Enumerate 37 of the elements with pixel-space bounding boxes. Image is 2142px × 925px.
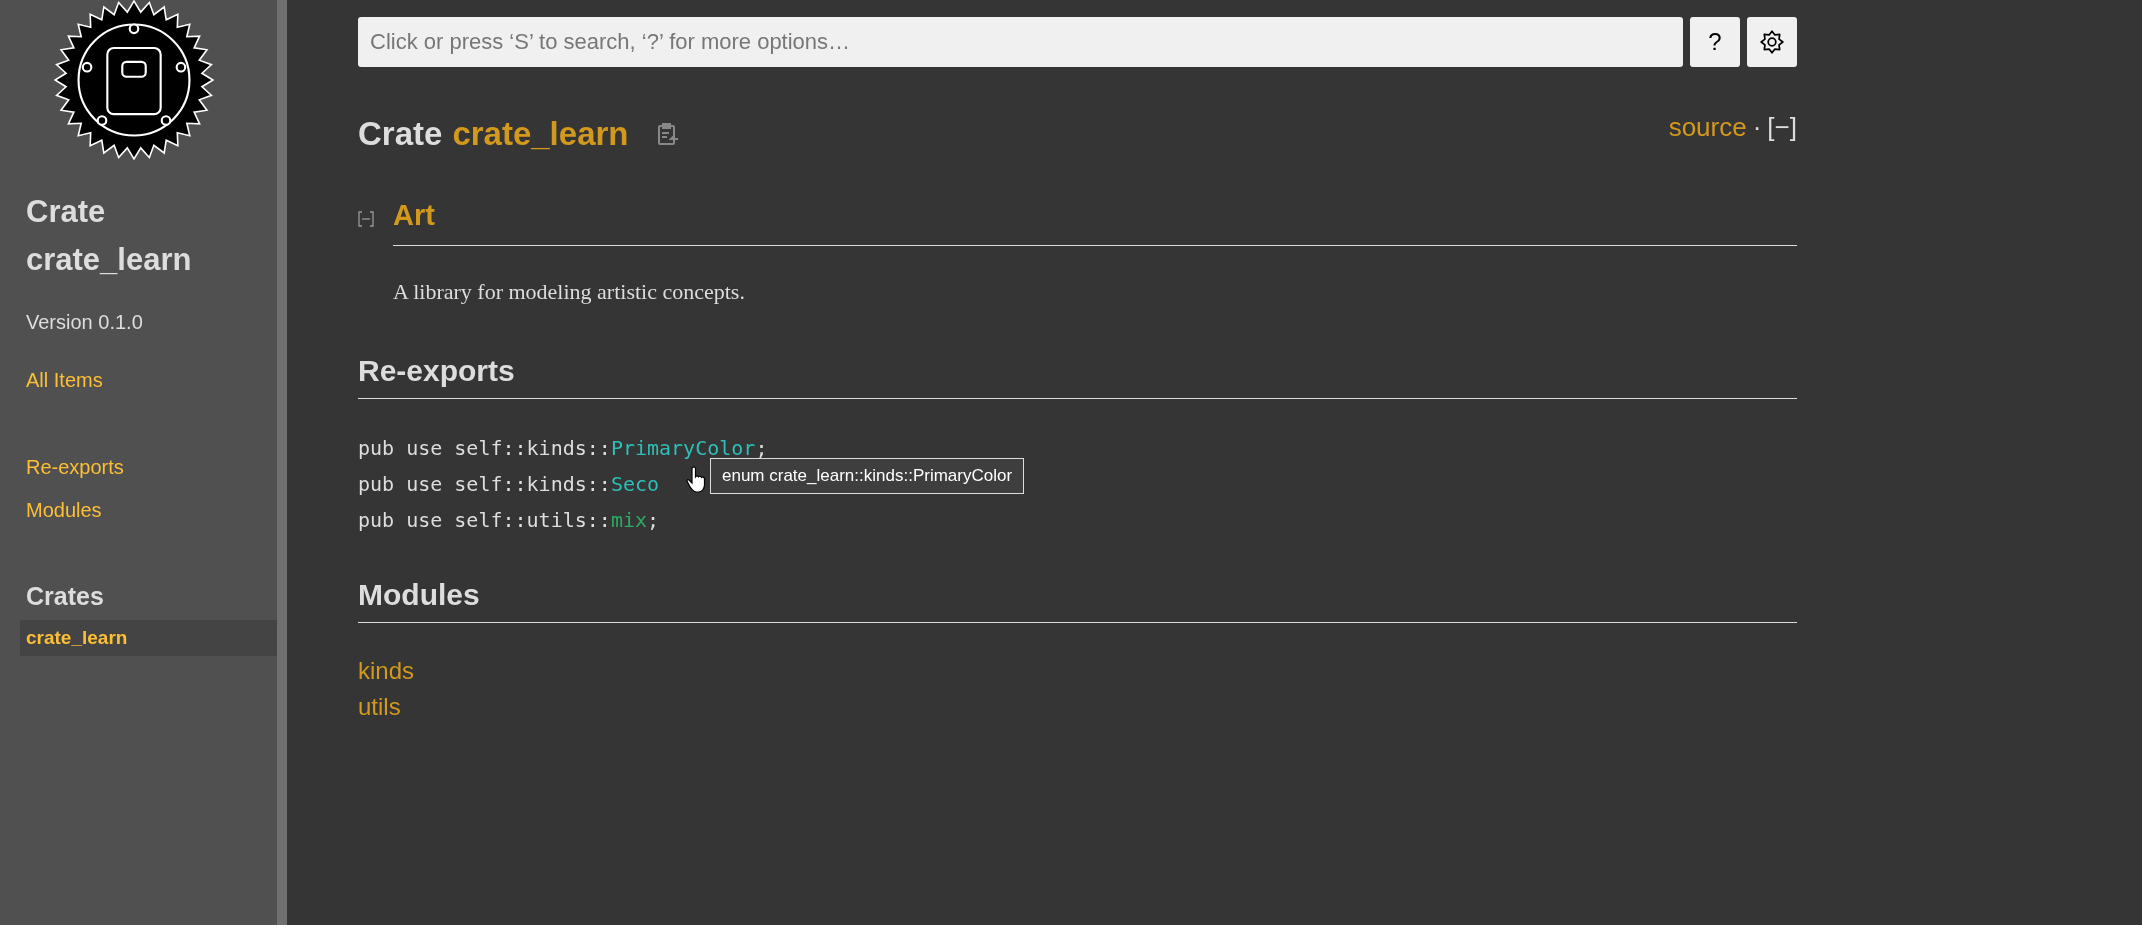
separator-dot: · — [1752, 112, 1762, 143]
sidebar-crate-label: Crate — [26, 193, 107, 231]
hand-cursor-icon — [686, 466, 708, 494]
version-label: Version 0.1.0 — [26, 311, 144, 334]
reexport-link[interactable]: PrimaryColor — [610, 436, 756, 460]
reexport-link[interactable]: mix — [610, 508, 647, 532]
sidebar-crate-name[interactable]: crate_learn — [26, 236, 277, 284]
source-link[interactable]: source — [1668, 112, 1747, 143]
code-semicolon: ; — [647, 508, 660, 532]
title-kind-label: Crate — [358, 115, 443, 153]
doc-heading: Art — [393, 199, 1797, 246]
doc-paragraph: A library for modeling artistic concepts. — [393, 279, 746, 305]
crates-heading: Crates — [26, 582, 105, 611]
tooltip: enum crate_learn::kinds::PrimaryColor — [710, 458, 1025, 494]
gear-logo-icon[interactable] — [53, 0, 214, 160]
module-link[interactable]: utils — [358, 689, 401, 725]
help-button[interactable]: ? — [1690, 17, 1740, 67]
copy-clipboard-icon[interactable] — [656, 122, 679, 146]
reexport-link[interactable]: Seco — [610, 472, 660, 496]
section-toggle-icon[interactable] — [358, 211, 374, 227]
sidebar-section-link[interactable]: Modules — [26, 499, 277, 522]
collapse-all-toggle[interactable]: [−] — [1767, 112, 1797, 143]
code-text: pub use self::utils:: — [358, 508, 611, 532]
modules-heading: Modules — [358, 578, 1797, 623]
code-text: pub use self::kinds:: — [358, 436, 611, 460]
code-text: pub use self::kinds:: — [358, 472, 611, 496]
sidebar-section-link[interactable]: Re-exports — [26, 456, 277, 479]
code-semicolon: ; — [755, 436, 768, 460]
module-link[interactable]: kinds — [358, 653, 415, 689]
reexports-heading: Re-exports — [358, 354, 1797, 399]
settings-icon — [1759, 29, 1785, 55]
settings-button[interactable] — [1747, 17, 1797, 67]
all-items-link[interactable]: All Items — [26, 369, 277, 392]
scrollbar-thumb[interactable] — [277, 0, 287, 925]
search-field[interactable]: Click or press ‘S’ to search, ‘?’ for more options… — [358, 17, 1683, 67]
crate-item[interactable]: crate_learn — [20, 620, 277, 656]
crate-name-link[interactable]: crate_learn — [452, 115, 629, 153]
